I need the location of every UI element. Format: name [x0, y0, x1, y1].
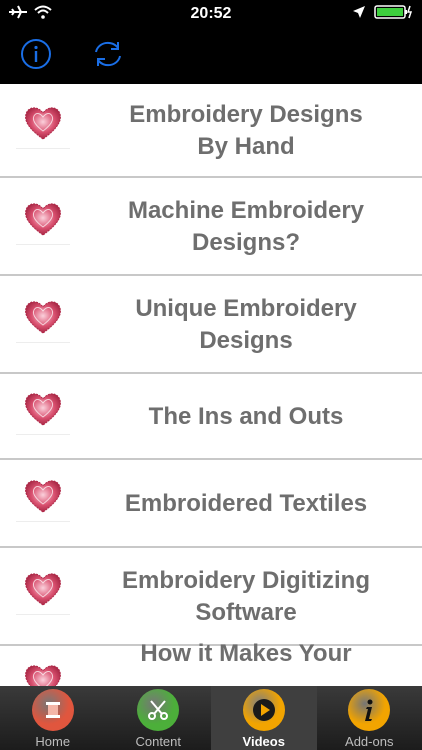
list-item-subtitle: Designs? — [191, 229, 301, 256]
heart-icon — [16, 471, 70, 522]
list-item-subtitle: By Hand — [197, 133, 295, 160]
list-item[interactable]: Unique Embroidery Designs — [0, 276, 422, 374]
play-icon — [242, 689, 285, 731]
tab-home[interactable]: Home — [0, 686, 106, 750]
list-item[interactable]: The Ins and Outs — [0, 374, 422, 460]
list-item-title: Embroidered Textiles — [124, 490, 368, 517]
location-icon — [352, 5, 366, 24]
tab-label: Content — [135, 734, 182, 749]
list-item-title: The Ins and Outs — [148, 403, 344, 430]
battery-charging-icon — [374, 4, 414, 25]
list-item-title: Embroidery Digitizing — [121, 567, 370, 594]
list-item[interactable]: Embroidery Designs By Hand — [0, 84, 422, 178]
heart-icon — [16, 194, 70, 245]
list-item[interactable]: Embroidered Textiles — [0, 460, 422, 548]
info-icon — [348, 689, 391, 731]
list-item-title: Machine Embroidery — [127, 197, 365, 224]
top-toolbar — [0, 28, 422, 84]
list-item-label: How it Makes Your — [78, 638, 414, 670]
list-item-label: Machine Embroidery Designs? — [78, 195, 414, 259]
list-item[interactable]: Machine Embroidery Designs? — [0, 178, 422, 276]
list-item[interactable]: Embroidery Digitizing Software — [0, 548, 422, 646]
list-item-title: Unique Embroidery — [135, 295, 357, 322]
list-item-subtitle: Software — [195, 599, 297, 626]
tab-label: Home — [35, 734, 71, 749]
tab-content[interactable]: Content — [106, 686, 212, 750]
tab-label: Add-ons — [345, 734, 394, 749]
tab-videos[interactable]: Videos — [211, 686, 317, 750]
home-spool-icon — [31, 689, 74, 731]
heart-icon — [16, 384, 70, 435]
refresh-button[interactable] — [88, 36, 128, 76]
status-bar: 20:52 — [0, 0, 422, 28]
article-list: Embroidery Designs By Hand Machine Embroid… — [0, 84, 422, 686]
status-right — [352, 4, 414, 25]
list-item-label: Embroidery Digitizing Software — [78, 565, 414, 629]
list-item-title: How it Makes Your — [140, 640, 352, 667]
list-item-label: Embroidery Designs By Hand — [78, 99, 414, 163]
tab-bar: Home Content Videos Add-ons — [0, 686, 422, 750]
heart-icon — [16, 656, 70, 686]
info-icon — [20, 38, 52, 75]
tab-label: Videos — [242, 734, 285, 749]
heart-icon — [16, 292, 70, 343]
list-item-label: The Ins and Outs — [78, 401, 414, 433]
list-item-subtitle: Designs — [199, 327, 293, 354]
heart-icon — [16, 564, 70, 615]
tab-add-ons[interactable]: Add-ons — [317, 686, 422, 750]
heart-icon — [16, 98, 70, 149]
list-item-label: Embroidered Textiles — [78, 488, 414, 520]
list-item[interactable]: How it Makes Your — [0, 640, 422, 686]
list-item-label: Unique Embroidery Designs — [78, 293, 414, 357]
info-button[interactable] — [16, 36, 56, 76]
refresh-icon — [90, 38, 126, 75]
list-item-title: Embroidery Designs — [129, 101, 363, 128]
scissors-icon — [137, 689, 180, 731]
